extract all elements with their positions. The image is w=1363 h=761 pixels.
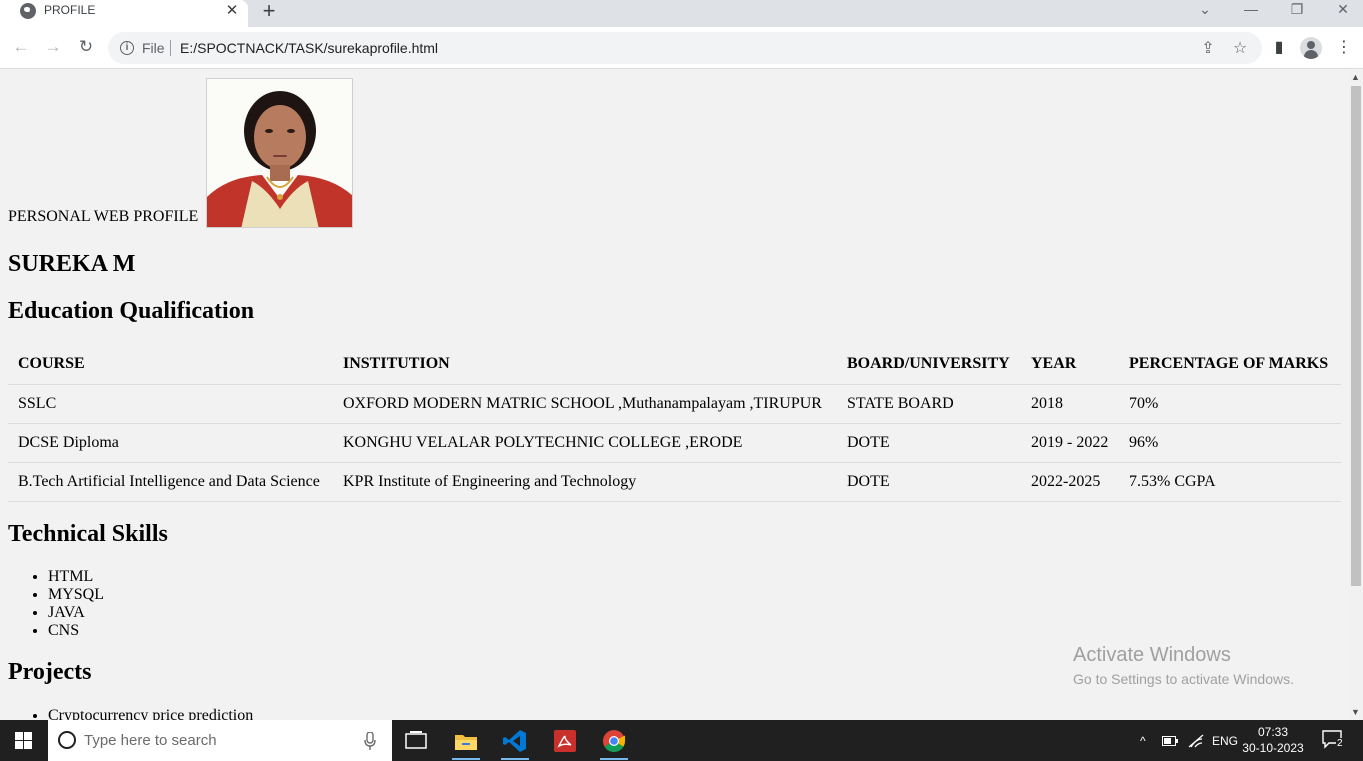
reload-button[interactable]: ↻ bbox=[75, 36, 97, 58]
list-item: JAVA bbox=[48, 604, 104, 622]
scroll-up-arrow-icon[interactable]: ▲ bbox=[1351, 72, 1360, 82]
browser-tab-strip: PROFILE ✕ + ⌄ — ❐ ✕ bbox=[0, 0, 1363, 27]
address-separator bbox=[170, 40, 171, 56]
education-heading: Education Qualification bbox=[8, 298, 255, 324]
cell-percentage: 7.53% CGPA bbox=[1119, 462, 1341, 502]
skills-list: HTML MYSQL JAVA CNS bbox=[48, 568, 104, 640]
projects-heading: Projects bbox=[8, 659, 92, 685]
chrome-icon[interactable] bbox=[596, 726, 632, 760]
wifi-icon[interactable] bbox=[1188, 720, 1204, 761]
notification-center-icon[interactable]: 2 bbox=[1322, 730, 1344, 749]
cortana-search-icon bbox=[58, 731, 76, 749]
cell-percentage: 96% bbox=[1119, 423, 1341, 463]
show-hidden-icons-chevron-icon[interactable]: ^ bbox=[1140, 720, 1146, 761]
browser-toolbar: ← → ↻ i File E:/SPOCTNACK/TASK/surekapro… bbox=[0, 27, 1363, 69]
scroll-thumb[interactable] bbox=[1351, 86, 1361, 586]
list-item: CNS bbox=[48, 622, 104, 640]
restore-button[interactable]: ❐ bbox=[1287, 1, 1307, 18]
table-row: DCSE Diploma KONGHU VELALAR POLYTECHNIC … bbox=[8, 423, 1341, 463]
cell-course: SSLC bbox=[8, 384, 333, 424]
cell-course: DCSE Diploma bbox=[8, 423, 333, 463]
cell-year: 2022-2025 bbox=[1021, 462, 1119, 502]
address-url[interactable]: E:/SPOCTNACK/TASK/surekaprofile.html bbox=[180, 40, 438, 56]
column-header-year: YEAR bbox=[1021, 345, 1119, 385]
cell-institution: OXFORD MODERN MATRIC SCHOOL ,Muthanampal… bbox=[333, 384, 837, 424]
table-row: SSLC OXFORD MODERN MATRIC SCHOOL ,Muthan… bbox=[8, 384, 1341, 424]
browser-menu-icon[interactable]: ⋮ bbox=[1334, 37, 1354, 57]
column-header-institution: INSTITUTION bbox=[333, 345, 837, 385]
list-item: HTML bbox=[48, 568, 104, 586]
page-content: PERSONAL WEB PROFILE SUREKA M Education … bbox=[0, 70, 1349, 720]
watermark-subtitle: Go to Settings to activate Windows. bbox=[1073, 671, 1294, 687]
microphone-icon[interactable] bbox=[364, 732, 376, 750]
projects-list: Cryptocurrency price prediction bbox=[48, 707, 253, 720]
search-placeholder: Type here to search bbox=[84, 732, 217, 749]
cell-board: DOTE bbox=[837, 423, 1021, 463]
header-text: PERSONAL WEB PROFILE bbox=[8, 208, 199, 225]
cell-year: 2018 bbox=[1021, 384, 1119, 424]
table-header-row: COURSE INSTITUTION BOARD/UNIVERSITY YEAR… bbox=[8, 345, 1341, 385]
list-item: Cryptocurrency price prediction bbox=[48, 707, 253, 720]
close-window-button[interactable]: ✕ bbox=[1333, 1, 1353, 18]
cell-institution: KONGHU VELALAR POLYTECHNIC COLLEGE ,EROD… bbox=[333, 423, 837, 463]
info-icon[interactable]: i bbox=[120, 41, 134, 55]
cell-percentage: 70% bbox=[1119, 384, 1341, 424]
education-table: COURSE INSTITUTION BOARD/UNIVERSITY YEAR… bbox=[8, 345, 1341, 502]
share-icon[interactable]: ⇪ bbox=[1198, 38, 1218, 58]
windows-start-icon[interactable] bbox=[0, 720, 48, 761]
taskbar-clock[interactable]: 07:33 30-10-2023 bbox=[1240, 724, 1306, 756]
clock-date: 30-10-2023 bbox=[1242, 741, 1304, 755]
acrobat-reader-icon[interactable] bbox=[547, 726, 583, 756]
windows-taskbar: Type here to search ^ ENG 07:33 30-10-20… bbox=[0, 720, 1363, 761]
tab-search-chevron-icon[interactable]: ⌄ bbox=[1195, 1, 1215, 18]
language-indicator[interactable]: ENG bbox=[1212, 720, 1238, 761]
new-tab-button[interactable]: + bbox=[259, 0, 279, 24]
bookmark-star-icon[interactable]: ☆ bbox=[1230, 38, 1250, 58]
taskbar-search-box[interactable]: Type here to search bbox=[48, 720, 392, 761]
cell-institution: KPR Institute of Engineering and Technol… bbox=[333, 462, 837, 502]
battery-icon[interactable] bbox=[1162, 720, 1178, 761]
cell-year: 2019 - 2022 bbox=[1021, 423, 1119, 463]
file-explorer-icon[interactable] bbox=[448, 726, 484, 760]
cell-board: DOTE bbox=[837, 462, 1021, 502]
profile-avatar-icon[interactable] bbox=[1300, 37, 1322, 59]
column-header-course: COURSE bbox=[8, 345, 333, 385]
table-row: B.Tech Artificial Intelligence and Data … bbox=[8, 462, 1341, 502]
column-header-percentage: PERCENTAGE OF MARKS bbox=[1119, 345, 1341, 385]
globe-icon bbox=[20, 3, 36, 19]
notification-count: 2 bbox=[1336, 738, 1344, 749]
address-scheme: File bbox=[142, 40, 165, 56]
column-header-board: BOARD/UNIVERSITY bbox=[837, 345, 1021, 385]
task-view-icon[interactable] bbox=[398, 726, 434, 756]
profile-photo bbox=[206, 78, 354, 228]
side-panel-icon[interactable]: ▮ bbox=[1269, 37, 1289, 57]
activate-windows-watermark: Activate Windows Go to Settings to activ… bbox=[1073, 644, 1294, 687]
address-bar[interactable]: i File E:/SPOCTNACK/TASK/surekaprofile.h… bbox=[108, 32, 1262, 64]
profile-header: PERSONAL WEB PROFILE bbox=[8, 78, 354, 228]
close-tab-icon[interactable]: ✕ bbox=[224, 1, 240, 19]
cell-board: STATE BOARD bbox=[837, 384, 1021, 424]
scroll-down-arrow-icon[interactable]: ▼ bbox=[1351, 707, 1360, 717]
clock-time: 07:33 bbox=[1257, 725, 1289, 739]
back-button[interactable]: ← bbox=[10, 36, 32, 58]
tab-title: PROFILE bbox=[44, 3, 96, 17]
list-item: MYSQL bbox=[48, 586, 104, 604]
browser-tab[interactable]: PROFILE ✕ bbox=[0, 0, 248, 27]
cell-course: B.Tech Artificial Intelligence and Data … bbox=[8, 462, 333, 502]
page-scrollbar[interactable]: ▲ ▼ bbox=[1349, 70, 1363, 720]
watermark-title: Activate Windows bbox=[1073, 644, 1231, 666]
minimize-button[interactable]: — bbox=[1241, 1, 1261, 17]
skills-heading: Technical Skills bbox=[8, 521, 168, 547]
vscode-icon[interactable] bbox=[497, 726, 533, 760]
profile-name: SUREKA M bbox=[8, 251, 136, 277]
forward-button[interactable]: → bbox=[42, 36, 64, 58]
